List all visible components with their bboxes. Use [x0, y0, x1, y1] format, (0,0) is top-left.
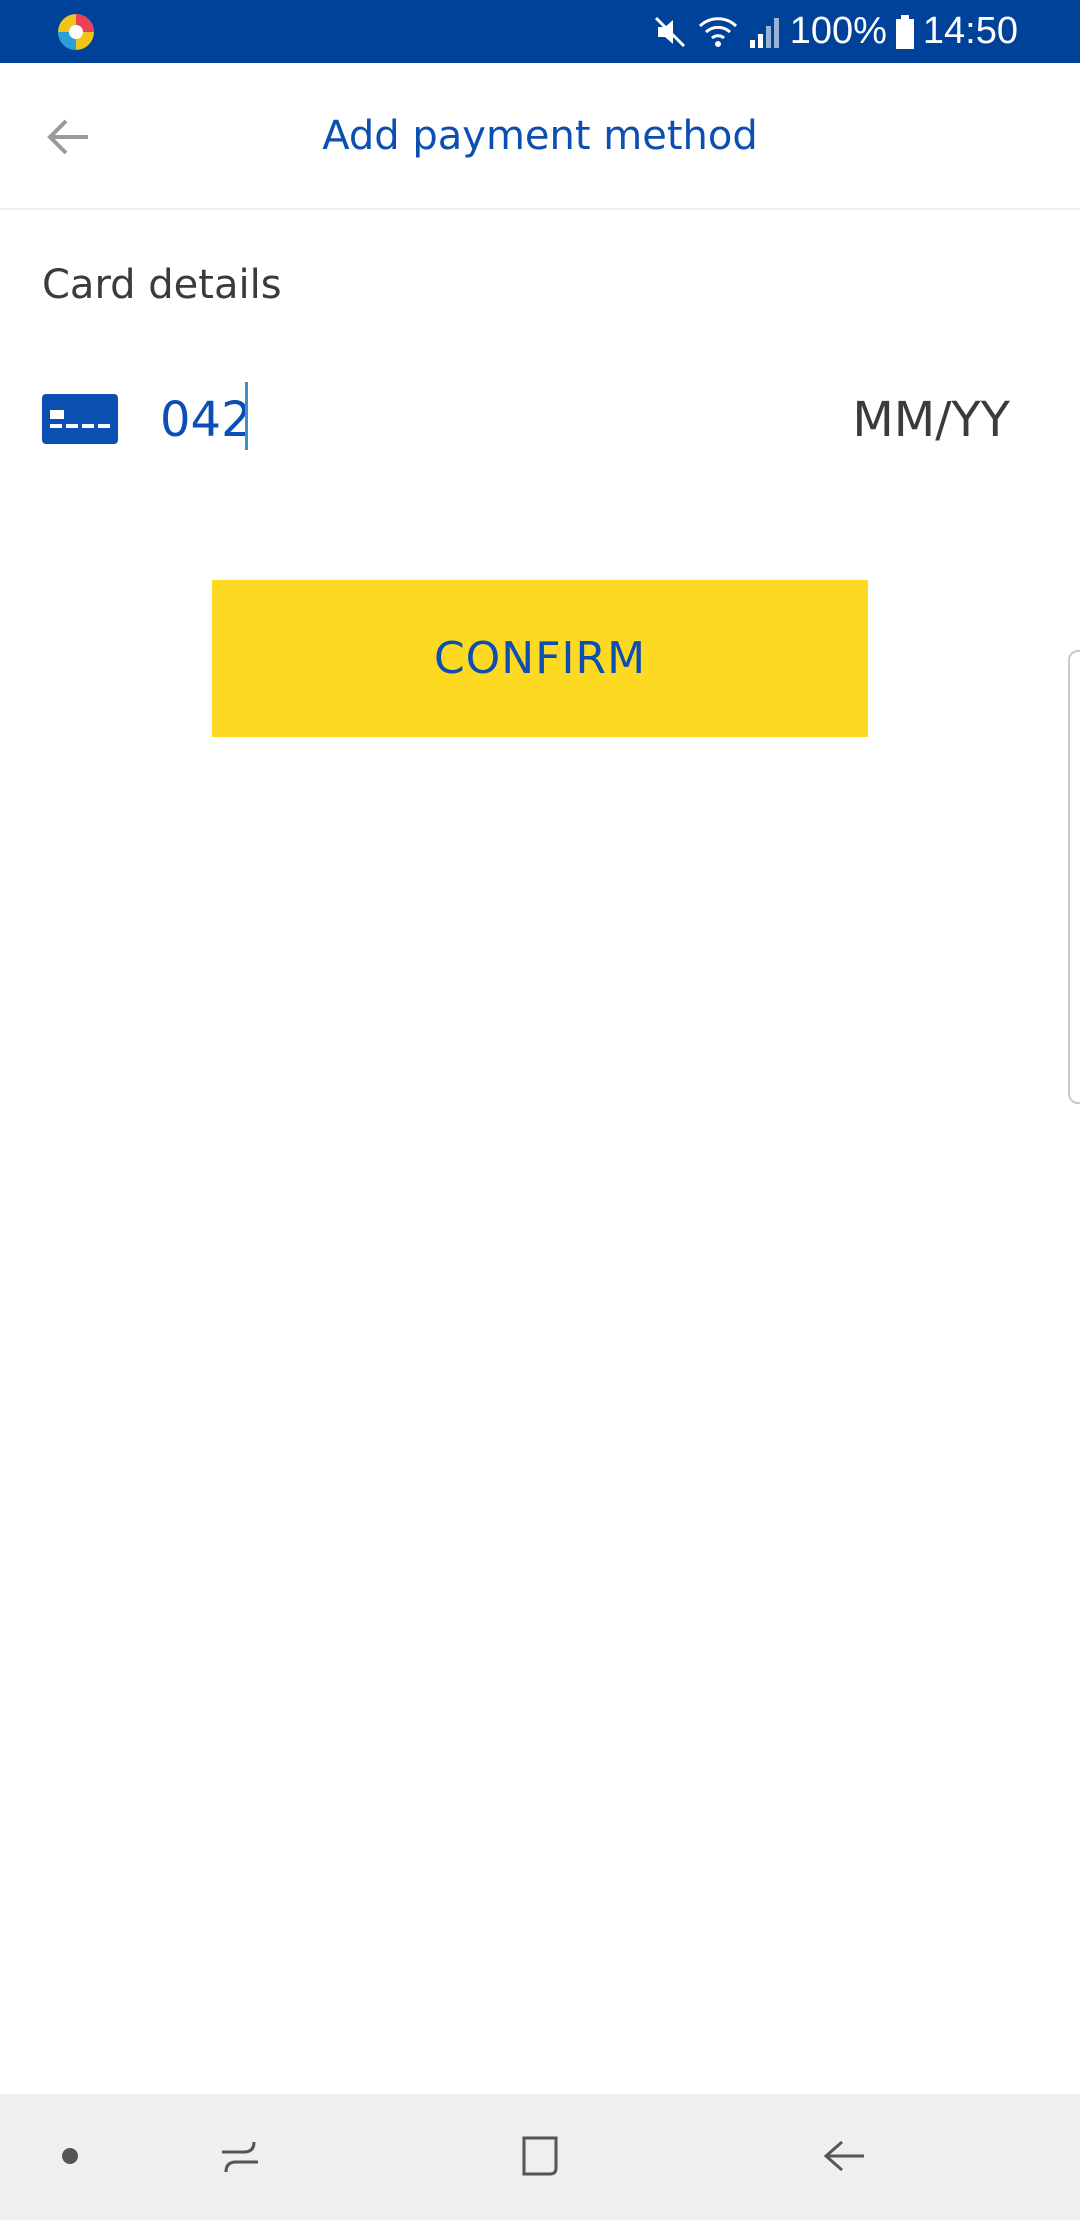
- status-time: 14:50: [922, 10, 1018, 52]
- recent-apps-button[interactable]: [208, 2124, 272, 2188]
- home-icon: [522, 2136, 558, 2176]
- card-details-row: [42, 370, 1042, 470]
- battery-percentage: 100%: [789, 10, 887, 52]
- app-bar: Add payment method: [0, 63, 1080, 210]
- recent-apps-icon: [222, 2141, 258, 2173]
- home-button[interactable]: [508, 2124, 572, 2188]
- credit-card-icon: [42, 394, 118, 444]
- confirm-button[interactable]: CONFIRM: [212, 580, 868, 737]
- app-logo-icon: [58, 14, 94, 50]
- navigation-bar: [0, 2094, 1080, 2220]
- page-title: Add payment method: [322, 113, 758, 159]
- expiry-date-input[interactable]: [810, 380, 1010, 460]
- back-icon: [823, 2140, 864, 2172]
- nav-dot-icon[interactable]: [62, 2148, 78, 2164]
- system-back-button[interactable]: [812, 2124, 876, 2188]
- status-indicators: 100% 14:50: [652, 0, 1018, 63]
- edge-panel-handle[interactable]: [1068, 650, 1080, 1104]
- section-label-card-details: Card details: [42, 262, 282, 308]
- wifi-icon: [698, 16, 737, 47]
- status-bar: 100% 14:50: [0, 0, 1080, 63]
- card-number-input[interactable]: [160, 380, 680, 460]
- signal-icon: [749, 17, 779, 48]
- mute-icon: [654, 16, 685, 47]
- text-cursor: [245, 382, 248, 450]
- battery-icon: [895, 14, 914, 49]
